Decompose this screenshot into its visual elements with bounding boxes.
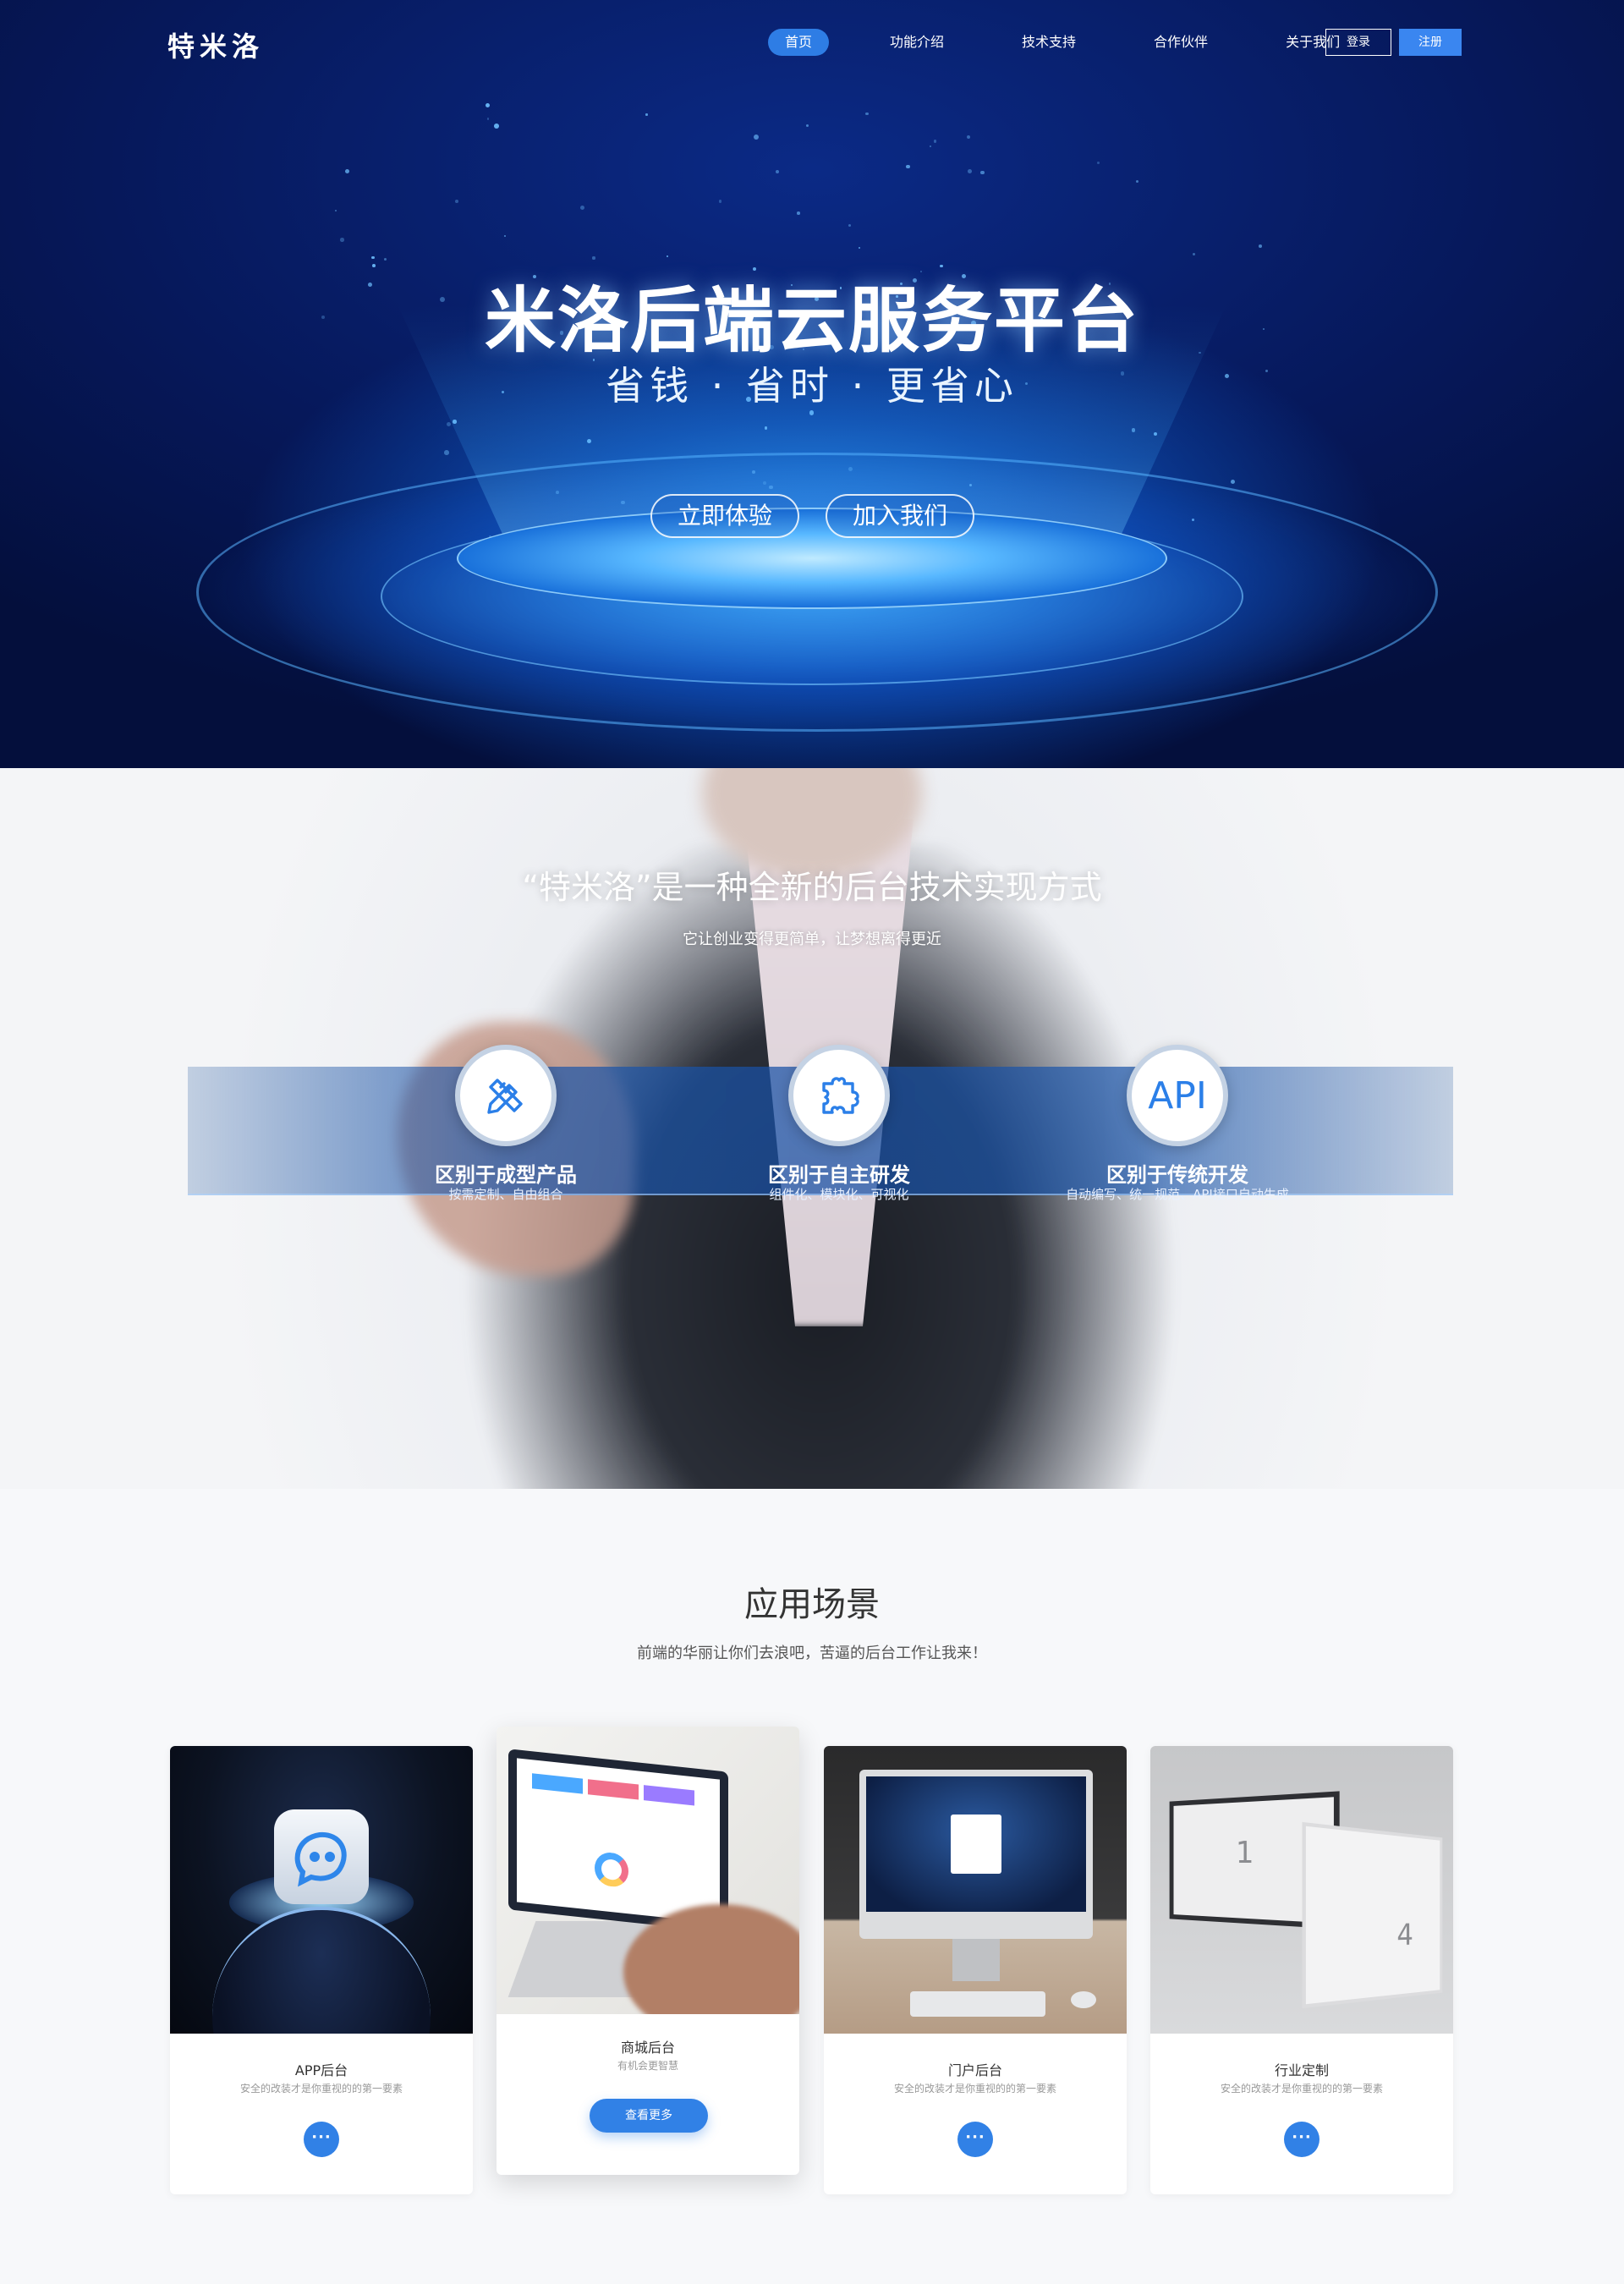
chart-donut-icon: [595, 1851, 628, 1889]
card-title: 商城后台: [620, 2040, 675, 2056]
particle: [1231, 480, 1236, 485]
particle: [454, 200, 458, 204]
feature-title: 区别于成型产品: [435, 1163, 577, 1187]
intro-section: “特米洛”是一种全新的后台技术实现方式 它让创业变得更简单，让梦想离得更近 区别…: [0, 768, 1624, 1489]
card-desc: 安全的改装才是你重视的的第一要素: [239, 2083, 403, 2095]
portal-backend-image: [824, 1746, 1127, 2034]
particle: [865, 112, 869, 115]
particle: [592, 256, 595, 260]
particle: [933, 139, 937, 143]
particle: [848, 224, 852, 228]
particle: [1193, 253, 1196, 256]
puzzle-icon: [788, 1045, 890, 1146]
nav-item-partners[interactable]: 合作伙伴: [1137, 29, 1225, 56]
particle: [775, 170, 779, 174]
laptop-screen: [517, 1758, 720, 1924]
app-backend-image: [170, 1746, 473, 2034]
particle: [494, 124, 500, 129]
monitor-screen: [866, 1776, 1086, 1912]
nav-item-support[interactable]: 技术支持: [1005, 29, 1093, 56]
particle: [334, 209, 337, 212]
particle: [345, 169, 350, 174]
particle: [718, 200, 722, 203]
card-title: 门户后台: [947, 2062, 1002, 2078]
particle: [444, 450, 449, 456]
more-button[interactable]: ···: [1284, 2122, 1320, 2157]
top-navbar: 特米洛 首页 功能介绍 技术支持 合作伙伴 关于我们 登录 注册: [0, 0, 1624, 85]
feature-desc: 自动编写、统一规范、API接口自动生成: [1066, 1187, 1289, 1202]
more-button[interactable]: ···: [304, 2122, 339, 2157]
scenario-card-shop[interactable]: 商城后台 有机会更智慧 查看更多: [497, 1727, 799, 2175]
intro-title: “特米洛”是一种全新的后台技术实现方式: [522, 869, 1102, 906]
particle: [645, 113, 648, 116]
main-nav: 首页 功能介绍 技术支持 合作伙伴 关于我们: [768, 29, 1401, 56]
particle: [371, 255, 375, 260]
particle: [1259, 244, 1262, 248]
site-logo[interactable]: 特米洛: [167, 25, 264, 64]
particle: [905, 164, 910, 169]
nav-item-home[interactable]: 首页: [768, 29, 830, 56]
bowl-shape: [212, 1907, 431, 2034]
scenarios-title: 应用场景: [744, 1585, 880, 1624]
api-icon-label: API: [1148, 1073, 1207, 1117]
nav-item-features[interactable]: 功能介绍: [873, 29, 961, 56]
join-us-button[interactable]: 加入我们: [826, 494, 974, 538]
login-button[interactable]: 登录: [1325, 29, 1391, 56]
try-now-button[interactable]: 立即体验: [650, 494, 799, 538]
keyboard: [910, 1991, 1045, 2017]
monitor-stand: [952, 1939, 1000, 1981]
particle: [666, 255, 669, 258]
particle: [580, 206, 585, 211]
particle: [340, 238, 344, 242]
scenarios-subtitle: 前端的华丽让你们去浪吧，苦逼的后台工作让我来！: [637, 1644, 987, 1662]
particle: [797, 211, 800, 215]
scenario-card-app[interactable]: APP后台 安全的改装才是你重视的的第一要素 ···: [170, 1746, 473, 2194]
particle: [446, 421, 451, 427]
particle: [384, 257, 387, 261]
particle: [753, 135, 759, 140]
monitor-stack: 4: [1302, 1821, 1443, 2009]
hero-title: 米洛后端云服务平台: [484, 279, 1139, 362]
particle: [968, 169, 972, 173]
mouse: [1071, 1991, 1096, 2008]
particle: [504, 235, 507, 238]
card-desc: 安全的改装才是你重视的的第一要素: [1220, 2083, 1383, 2095]
feature-title: 区别于自主研发: [768, 1163, 910, 1187]
feature-band: 区别于成型产品 按需定制、自由组合 区别于自主研发 组件化、模块化、可视化 AP…: [188, 1045, 1453, 1202]
hero-subtitle: 省钱 · 省时 · 更省心: [606, 363, 1018, 409]
intro-subtitle: 它让创业变得更简单，让梦想离得更近: [683, 931, 941, 948]
hero-inner-platform: [457, 508, 1167, 609]
particle: [806, 124, 809, 128]
chat-bubble-icon: [274, 1809, 369, 1904]
feature-desc: 按需定制、自由组合: [448, 1187, 563, 1202]
register-button[interactable]: 注册: [1399, 29, 1462, 56]
particle: [1097, 162, 1100, 164]
particle: [858, 246, 861, 250]
particle: [980, 171, 985, 175]
card-title: APP后台: [294, 2062, 348, 2078]
pencil-ruler-icon: [455, 1045, 557, 1146]
card-desc: 有机会更智慧: [617, 2060, 678, 2072]
particle: [929, 145, 932, 148]
shop-backend-image: [497, 1727, 799, 2014]
laptop-shape: [508, 1749, 728, 1933]
scenario-card-portal[interactable]: 门户后台 安全的改装才是你重视的的第一要素 ···: [824, 1746, 1127, 2194]
scenarios-section: 应用场景 前端的华丽让你们去浪吧，苦逼的后台工作让我来！ APP后台 安全的改装…: [0, 1489, 1624, 2284]
more-button[interactable]: ···: [957, 2122, 993, 2157]
api-icon: API: [1127, 1045, 1228, 1146]
scenario-card-custom[interactable]: 1 4 行业定制 安全的改装才是你重视的的第一要素 ···: [1150, 1746, 1453, 2194]
feature-title: 区别于传统开发: [1106, 1163, 1248, 1187]
feature-desc: 组件化、模块化、可视化: [769, 1187, 909, 1202]
desktop-monitor: [859, 1770, 1093, 1939]
card-title: 行业定制: [1274, 2062, 1329, 2078]
particle: [485, 102, 491, 107]
view-more-button[interactable]: 查看更多: [590, 2099, 708, 2133]
particle: [966, 135, 970, 139]
hero-banner: 特米洛 首页 功能介绍 技术支持 合作伙伴 关于我们 登录 注册 米洛后端云服务…: [0, 0, 1624, 768]
card-desc: 安全的改装才是你重视的的第一要素: [893, 2083, 1056, 2095]
industry-custom-image: 1 4: [1150, 1746, 1453, 2034]
particle: [1136, 179, 1139, 184]
particle: [486, 118, 489, 120]
